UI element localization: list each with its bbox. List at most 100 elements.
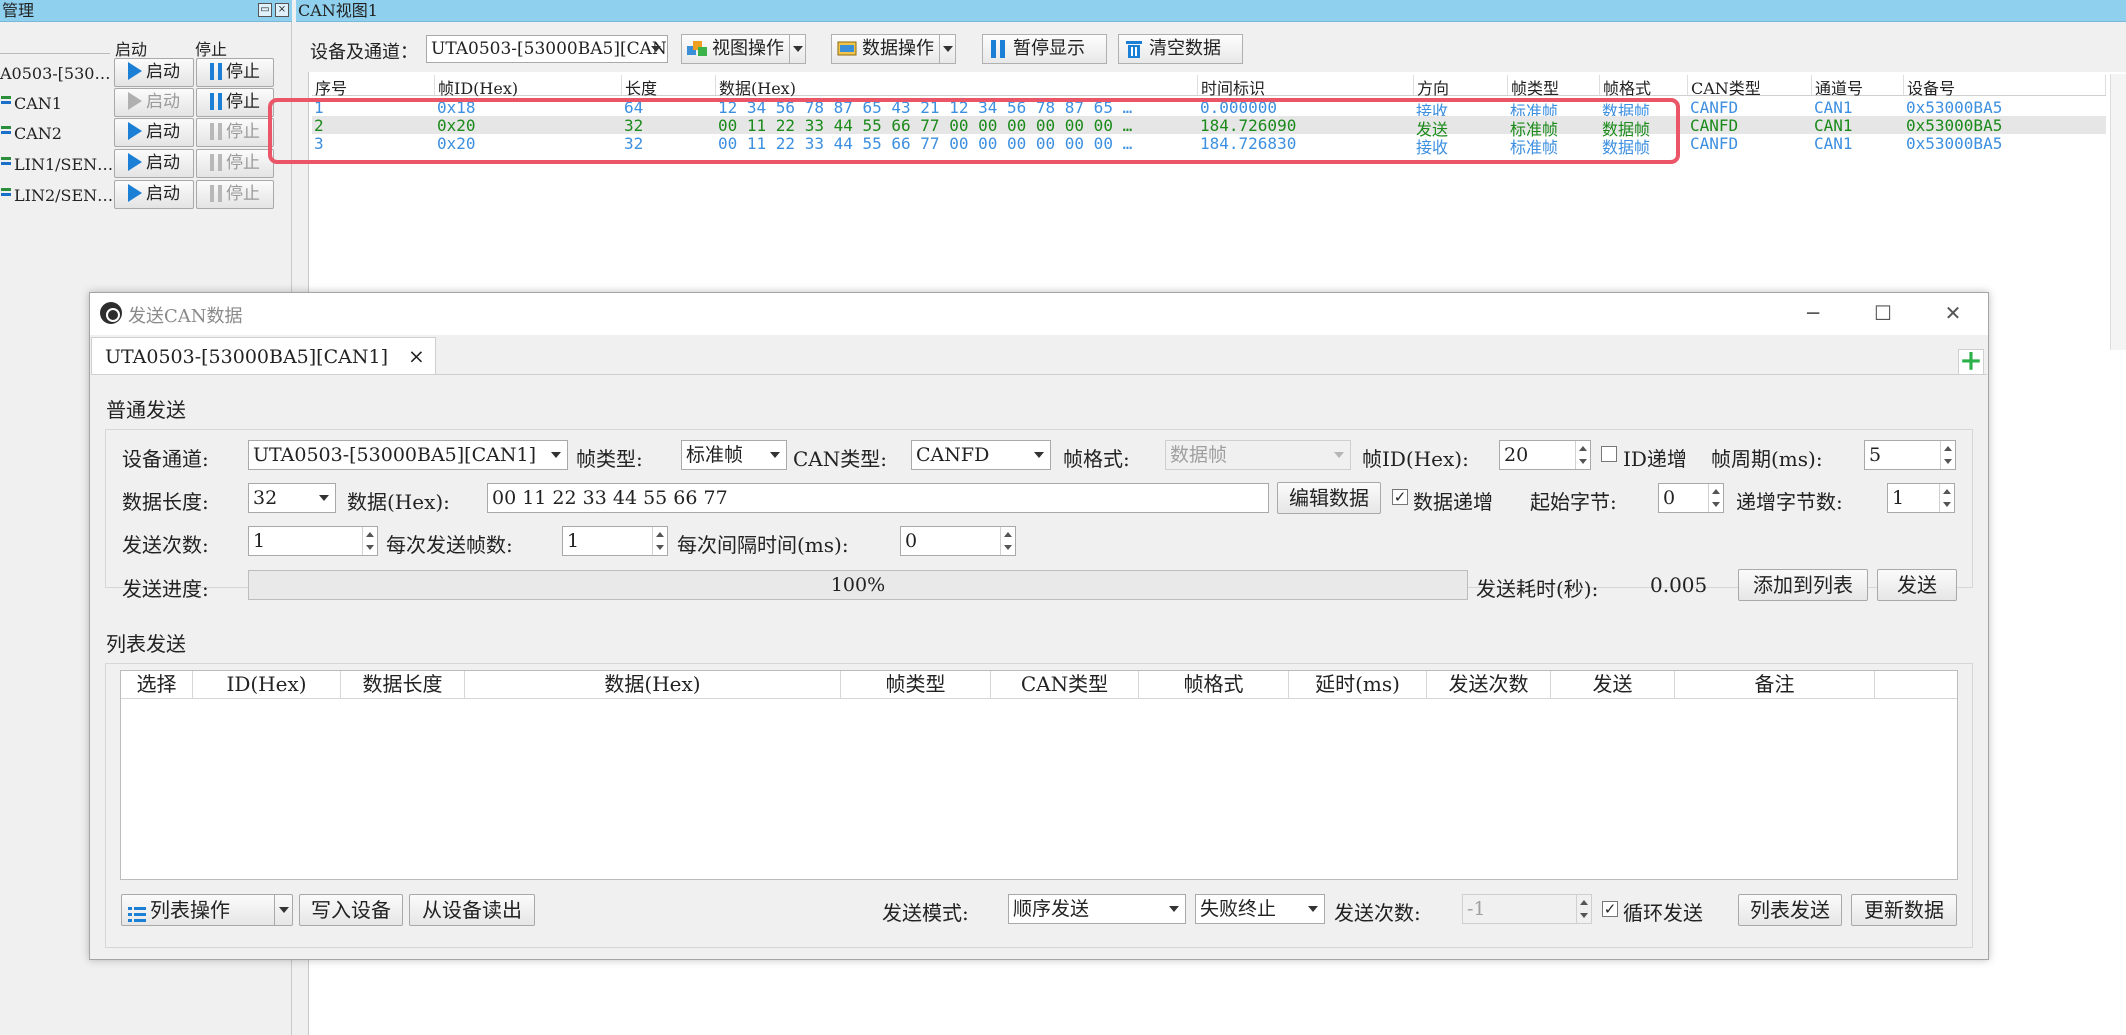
list-column-header[interactable]: 数据(Hex): [465, 671, 841, 699]
list-column-header[interactable]: CAN类型: [991, 671, 1139, 699]
can-type-select[interactable]: CANFD: [911, 440, 1051, 470]
device-row[interactable]: CAN1 启动 停止: [0, 88, 276, 118]
start-button[interactable]: 启动: [114, 149, 194, 178]
spin-arrows-icon[interactable]: [362, 527, 377, 555]
send-mode-select[interactable]: 顺序发送: [1008, 894, 1186, 924]
frame-type-value: 标准帧: [686, 444, 744, 466]
start-button[interactable]: 启动: [114, 58, 194, 87]
spin-arrows-icon[interactable]: [1939, 484, 1954, 512]
frame-format-select[interactable]: 数据帧: [1165, 440, 1351, 470]
device-label: LIN2/SEN…: [14, 186, 114, 205]
stop-button[interactable]: 停止: [196, 118, 274, 147]
data-length-select[interactable]: 32: [248, 483, 336, 513]
send-button[interactable]: 发送: [1877, 569, 1957, 601]
spin-arrows-icon[interactable]: [652, 527, 667, 555]
frame-id-spinbox[interactable]: 20: [1499, 440, 1591, 470]
read-device-button[interactable]: 从设备读出: [409, 894, 535, 926]
pause-display-button[interactable]: 暂停显示: [982, 34, 1107, 64]
can-cell: CANFD: [1690, 134, 1739, 153]
list-column-header[interactable]: 发送次数: [1427, 671, 1551, 699]
stop-button[interactable]: 停止: [196, 88, 274, 117]
spin-arrows-icon[interactable]: [1575, 441, 1590, 469]
list-send-count-value: -1: [1467, 898, 1486, 920]
list-column-header[interactable]: 帧类型: [841, 671, 991, 699]
device-channel-label: 设备及通道：: [310, 42, 418, 63]
device-row[interactable]: CAN2 启动 停止: [0, 118, 276, 148]
id-increment-checkbox[interactable]: [1601, 446, 1617, 462]
spin-arrows-icon[interactable]: [1708, 484, 1723, 512]
fail-mode-select[interactable]: 失败终止: [1195, 894, 1325, 924]
start-button[interactable]: 启动: [114, 88, 194, 117]
grid-scrollbar[interactable]: [2110, 74, 2126, 350]
close-icon[interactable]: ×: [275, 3, 289, 17]
frames-per-send-value: 1: [567, 530, 580, 552]
view-ops-button[interactable]: 视图操作: [681, 34, 806, 64]
start-byte-spinbox[interactable]: 0: [1658, 483, 1724, 513]
add-tab-icon[interactable]: +: [1958, 347, 1984, 375]
frame-id-label: 帧ID(Hex):: [1362, 447, 1469, 471]
grid-column-header[interactable]: 帧ID(Hex): [435, 75, 622, 98]
grid-column-header[interactable]: 帧格式: [1600, 75, 1688, 98]
device-row[interactable]: LIN1/SEN… 启动 停止: [0, 149, 276, 179]
start-button[interactable]: 启动: [114, 180, 194, 209]
device-row[interactable]: LIN2/SEN… 启动 停止: [0, 180, 276, 210]
device-channel-select[interactable]: UTA0503-[53000BA5][CAN1]: [426, 35, 668, 63]
grid-column-header[interactable]: 序号: [312, 75, 435, 98]
list-column-header[interactable]: 延时(ms): [1289, 671, 1427, 699]
id-increment-label: ID递增: [1623, 447, 1687, 471]
tab-close-icon[interactable]: ×: [408, 344, 425, 368]
write-device-button[interactable]: 写入设备: [299, 894, 403, 926]
list-column-header[interactable]: 选择: [121, 671, 193, 699]
grid-column-header[interactable]: 设备号: [1904, 75, 2106, 98]
grid-column-header[interactable]: 长度: [622, 75, 716, 98]
grid-column-header[interactable]: 方向: [1414, 75, 1508, 98]
list-column-header[interactable]: 帧格式: [1139, 671, 1289, 699]
list-send-count-spinbox[interactable]: -1: [1462, 894, 1592, 924]
stop-button[interactable]: 停止: [196, 58, 274, 87]
send-count-spinbox[interactable]: 1: [248, 526, 378, 556]
stop-button[interactable]: 停止: [196, 180, 274, 209]
clear-data-button[interactable]: 清空数据: [1118, 34, 1243, 64]
frame-type-label: 帧类型:: [576, 447, 643, 471]
chevron-down-icon[interactable]: [939, 35, 955, 63]
list-column-header[interactable]: 数据长度: [341, 671, 465, 699]
list-send-button[interactable]: 列表发送: [1738, 894, 1842, 926]
update-data-button[interactable]: 更新数据: [1851, 894, 1957, 926]
device-channel-select[interactable]: UTA0503-[53000BA5][CAN1]: [248, 440, 568, 470]
grid-column-header[interactable]: CAN类型: [1688, 75, 1812, 98]
grid-column-header[interactable]: 通道号: [1812, 75, 1904, 98]
chevron-down-icon[interactable]: [274, 895, 292, 925]
pause-icon: [210, 185, 222, 202]
list-column-header[interactable]: ID(Hex): [193, 671, 341, 699]
edit-data-button[interactable]: 编辑数据: [1277, 482, 1381, 514]
list-column-header[interactable]: 备注: [1675, 671, 1875, 699]
close-icon[interactable]: ✕: [1938, 301, 1968, 325]
data-hex-input[interactable]: 00 11 22 33 44 55 66 77: [487, 483, 1269, 513]
interval-spinbox[interactable]: 0: [900, 526, 1016, 556]
add-to-list-button[interactable]: 添加到列表: [1738, 569, 1868, 601]
frame-type-select[interactable]: 标准帧: [681, 440, 787, 470]
spin-arrows-icon[interactable]: [1576, 895, 1591, 923]
spin-arrows-icon[interactable]: [1940, 441, 1955, 469]
frame-period-spinbox[interactable]: 5: [1864, 440, 1956, 470]
play-icon: [128, 153, 142, 171]
chevron-down-icon[interactable]: [789, 35, 805, 63]
loop-send-checkbox[interactable]: ✓: [1602, 901, 1618, 917]
list-ops-button[interactable]: 列表操作: [121, 894, 293, 926]
stop-button[interactable]: 停止: [196, 149, 274, 178]
maximize-icon[interactable]: ☐: [1868, 301, 1898, 325]
grid-column-header[interactable]: 帧类型: [1508, 75, 1600, 98]
inc-bytes-spinbox[interactable]: 1: [1887, 483, 1955, 513]
device-tab[interactable]: UTA0503-[53000BA5][CAN1] ×: [91, 337, 436, 375]
data-increment-checkbox[interactable]: ✓: [1392, 489, 1408, 505]
float-icon[interactable]: ▭: [258, 3, 272, 17]
minimize-icon[interactable]: ─: [1798, 301, 1828, 325]
grid-column-header[interactable]: 时间标识: [1198, 75, 1414, 98]
device-row[interactable]: A0503-[530… 启动 停止: [0, 58, 276, 88]
list-column-header[interactable]: 发送: [1551, 671, 1675, 699]
data-ops-button[interactable]: 数据操作: [831, 34, 956, 64]
spin-arrows-icon[interactable]: [1000, 527, 1015, 555]
frames-per-send-spinbox[interactable]: 1: [562, 526, 668, 556]
start-button[interactable]: 启动: [114, 118, 194, 147]
grid-column-header[interactable]: 数据(Hex): [716, 75, 1198, 98]
